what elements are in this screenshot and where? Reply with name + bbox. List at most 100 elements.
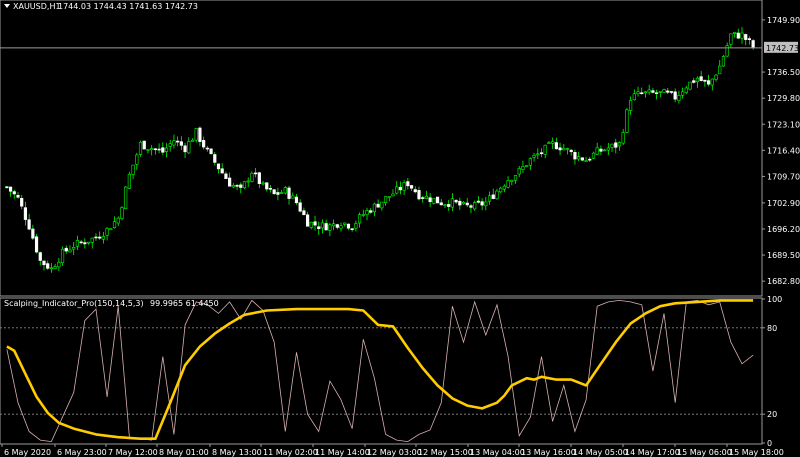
candle-body: [68, 249, 72, 253]
candle-body: [313, 221, 317, 226]
candle-body: [584, 160, 588, 162]
candle-body: [298, 202, 302, 212]
time-label: 14 May 05:00: [573, 448, 628, 457]
time-label: 15 May 06:00: [677, 448, 732, 457]
candle-body: [112, 221, 117, 228]
candle-body: [614, 142, 618, 148]
candle-body: [164, 147, 169, 152]
candle-body: [5, 186, 9, 189]
candle-body: [517, 168, 521, 175]
candle-body: [142, 140, 146, 150]
candle-body: [736, 32, 740, 39]
candle-body: [202, 140, 206, 148]
candle-body: [580, 157, 584, 161]
ohlc-readout: 1744.03 1744.43 1741.63 1742.73: [58, 2, 198, 11]
candle-body: [513, 175, 518, 181]
level-label: 100: [767, 295, 782, 304]
candle-body: [406, 181, 410, 187]
candle-body: [60, 248, 65, 264]
candle-body: [116, 217, 120, 224]
candle-body: [83, 242, 87, 245]
candle-body: [213, 154, 217, 163]
candle-body: [94, 236, 98, 239]
level-label: 0: [767, 439, 772, 448]
candle-body: [588, 158, 592, 161]
candle-body: [235, 185, 239, 187]
candle-body: [131, 164, 135, 175]
candle-body: [684, 87, 688, 93]
candle-body: [458, 200, 462, 206]
candle-body: [187, 141, 191, 154]
candle-body: [636, 91, 640, 95]
candle-body: [666, 90, 670, 93]
candle-body: [120, 207, 124, 219]
candle-body: [309, 221, 313, 228]
candle-body: [42, 260, 46, 266]
current-price-tag: 1742.73: [764, 41, 799, 53]
candle-body: [305, 214, 310, 227]
time-label: 12 May 03:00: [367, 448, 422, 457]
time-label: 13 May 16:00: [521, 448, 576, 457]
candle-body: [90, 237, 94, 243]
candle-body: [658, 91, 662, 93]
time-label: 12 May 15:00: [418, 448, 473, 457]
candle-body: [599, 148, 603, 152]
time-label: 8 May 13:00: [212, 448, 262, 457]
candle-body: [239, 184, 243, 188]
candle-body: [354, 223, 358, 229]
candle-body: [595, 147, 599, 155]
candle-body: [361, 214, 365, 216]
indicator-values: 99.9965 61.4450: [150, 299, 219, 308]
price-tick-label: 1723.10: [767, 120, 800, 129]
candle-body: [476, 200, 480, 203]
candle-body: [521, 166, 525, 170]
candle-body: [640, 92, 644, 95]
mt4-chart-window[interactable]: XAUUSD,H1 1744.03 1744.43 1741.63 1742.7…: [0, 0, 800, 457]
candle-body: [729, 33, 733, 45]
candle-body: [231, 185, 235, 188]
candle-body: [662, 89, 666, 93]
candle-body: [317, 226, 321, 230]
candle-body: [31, 228, 35, 239]
candle-body: [38, 252, 42, 261]
indicator-name: Scalping_Indicator_Pro(150,14,5,3): [4, 299, 144, 308]
candle-body: [157, 148, 161, 151]
candle-body: [461, 202, 466, 205]
candle-body: [376, 203, 380, 208]
candle-body: [495, 190, 499, 200]
candle-body: [562, 147, 566, 151]
symbol-timeframe: XAUUSD,H1: [13, 2, 61, 11]
candle-body: [153, 148, 157, 151]
candle-body: [220, 168, 224, 174]
candle-body: [20, 198, 24, 207]
candle-body: [506, 180, 510, 188]
candle-body: [343, 222, 347, 225]
candle-body: [138, 141, 143, 155]
candle-body: [465, 202, 469, 206]
candle-body: [176, 140, 180, 143]
candle-body: [484, 201, 488, 207]
candle-body: [632, 93, 636, 101]
candle-body: [57, 261, 61, 268]
candle-body: [558, 147, 562, 151]
candle-body: [283, 187, 287, 194]
price-tick-label: 1749.90: [767, 16, 800, 25]
candle-body: [12, 191, 16, 195]
price-tick-label: 1696.20: [767, 225, 800, 234]
candle-body: [450, 198, 455, 208]
candle-body: [610, 143, 614, 148]
candle-body: [428, 197, 432, 203]
candle-body: [551, 141, 555, 144]
candle-body: [417, 190, 421, 200]
candle-body: [435, 196, 440, 204]
price-tick-label: 1709.70: [767, 172, 800, 181]
price-tick-label: 1716.40: [767, 146, 800, 155]
candle-body: [190, 139, 195, 142]
candle-body: [469, 205, 473, 208]
candle-body: [150, 148, 154, 151]
candle-body: [740, 32, 744, 39]
candle-body: [216, 163, 221, 170]
time-label: 8 May 01:00: [159, 448, 209, 457]
time-label: 11 May 02:00: [263, 448, 318, 457]
candle-body: [72, 247, 76, 250]
